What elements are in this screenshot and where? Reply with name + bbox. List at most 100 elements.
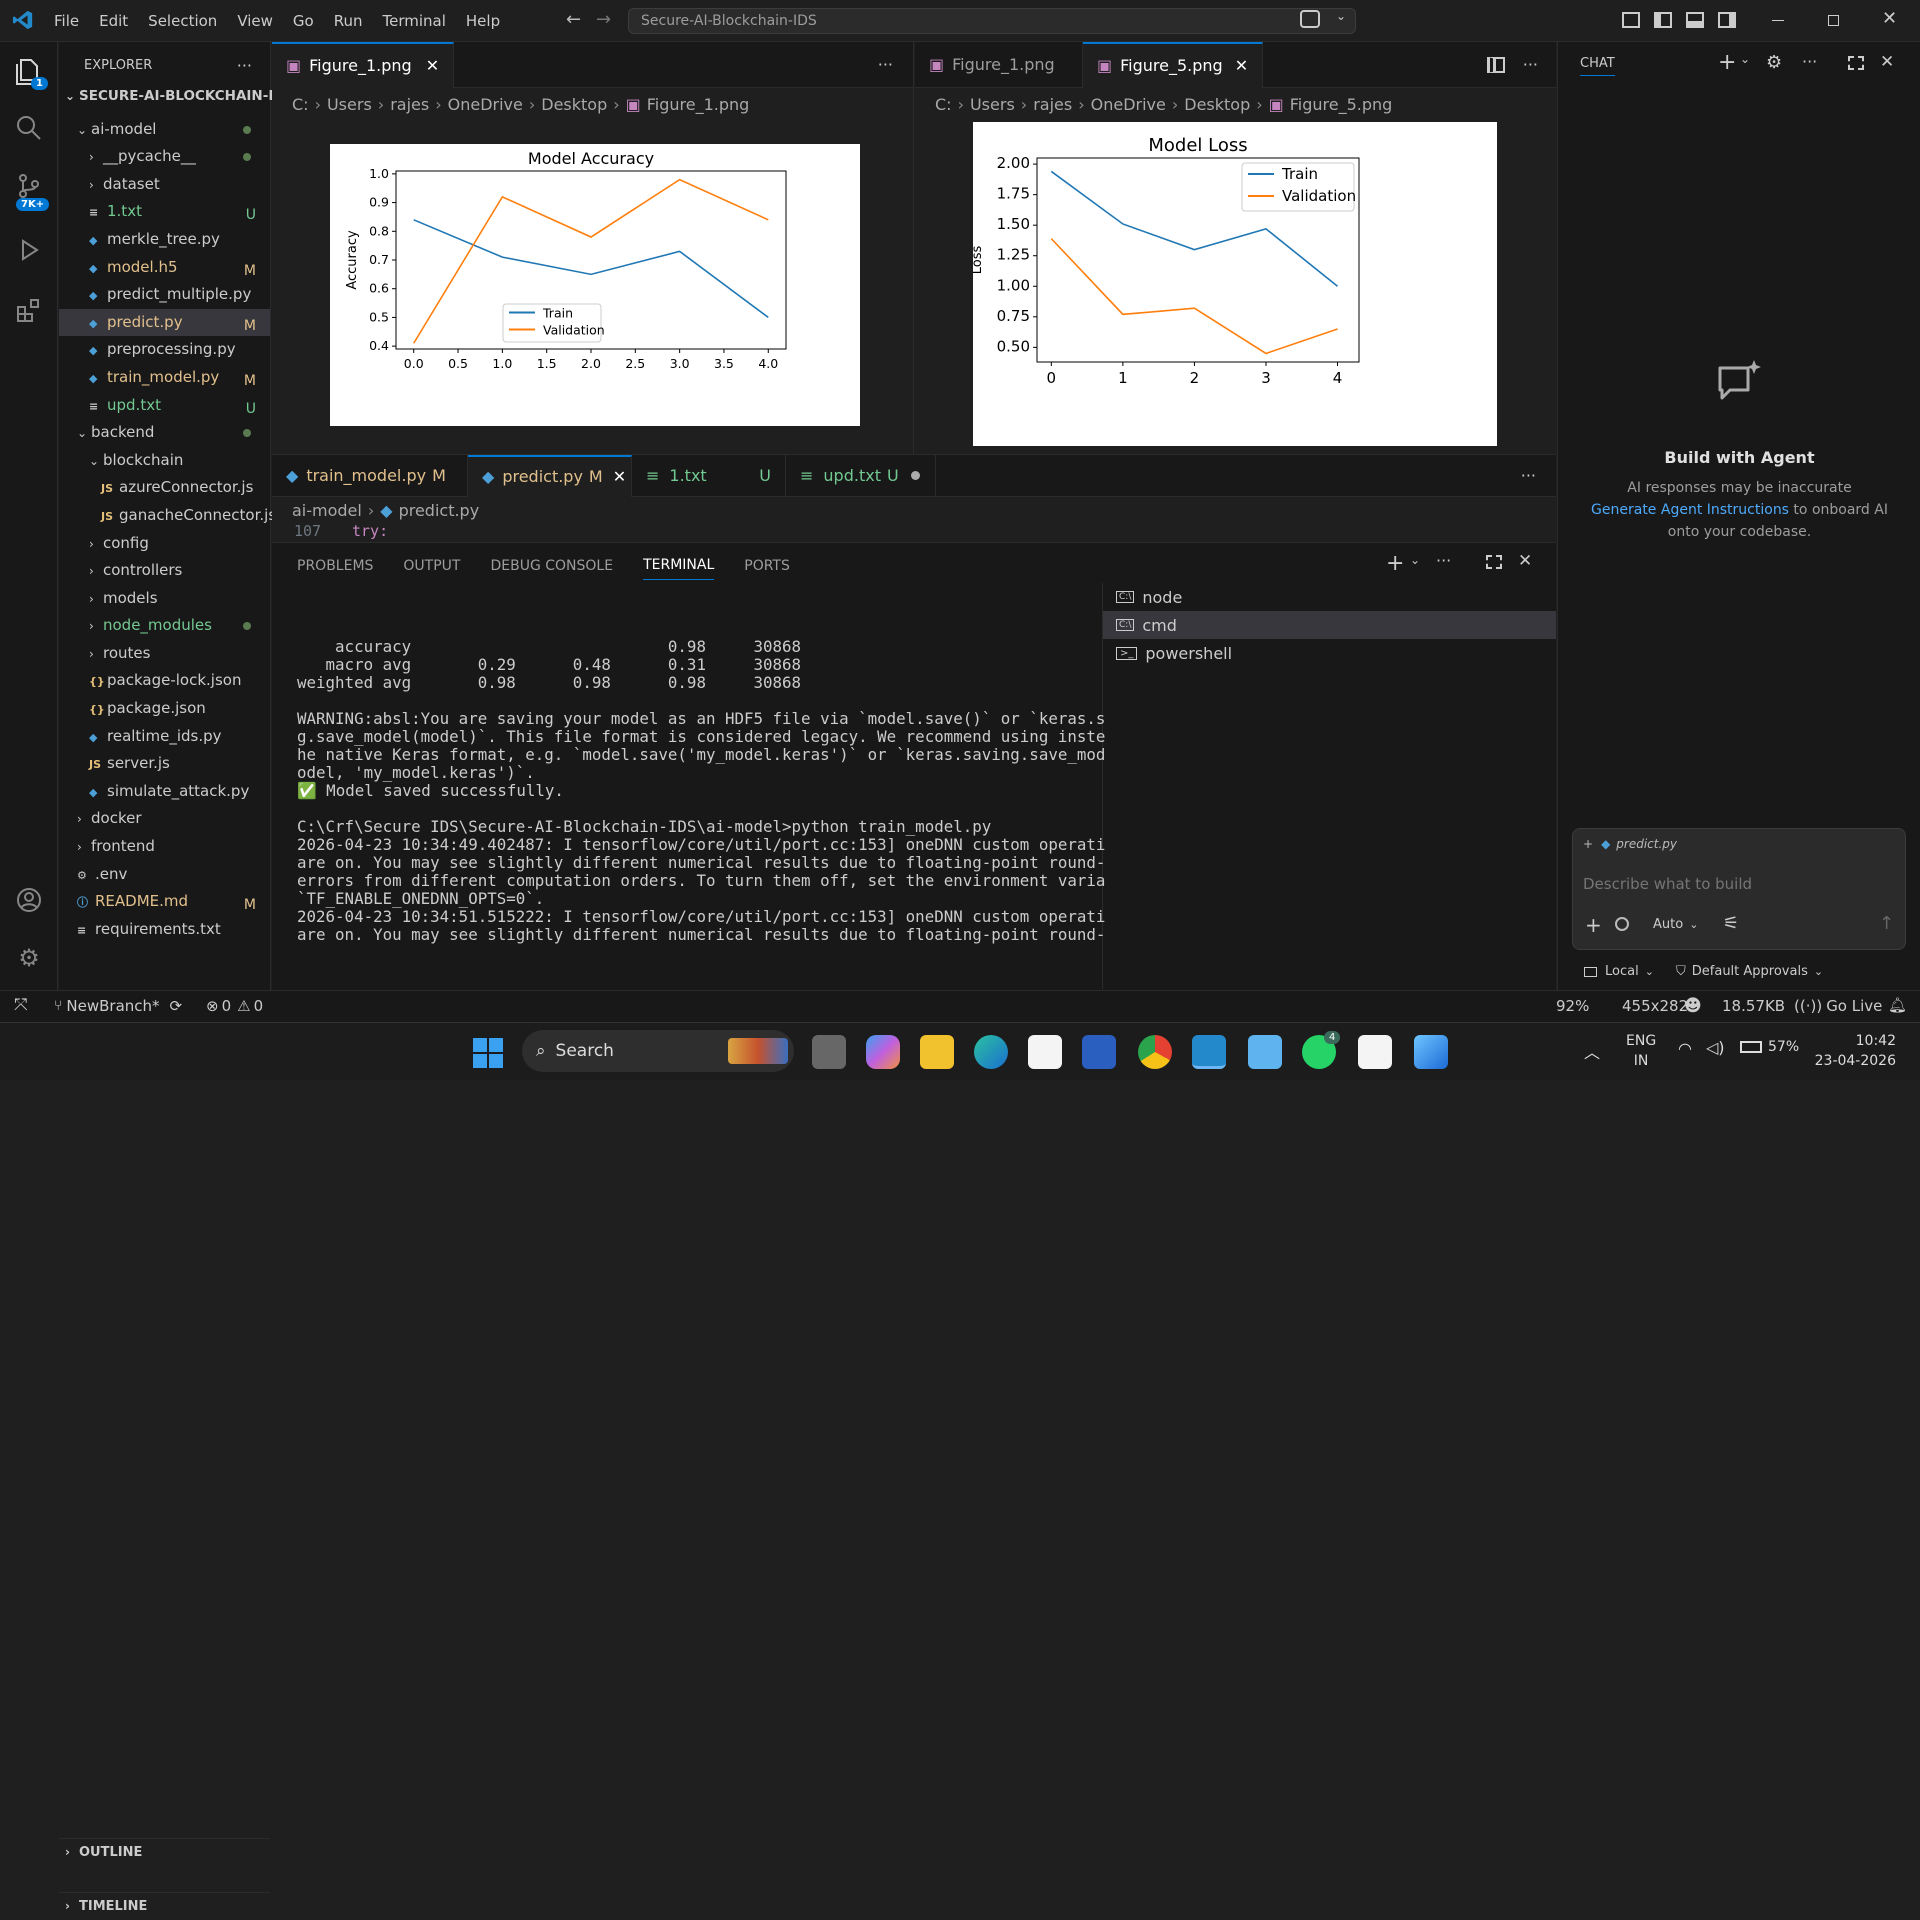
menu-view[interactable]: View: [227, 12, 283, 30]
tab-problems[interactable]: PROBLEMS: [297, 558, 373, 580]
tree-item[interactable]: ◆ model.h5 M: [59, 254, 270, 282]
tree-item[interactable]: {} package.json: [59, 695, 270, 723]
add-icon[interactable]: +: [1585, 913, 1602, 937]
mode-selector[interactable]: Auto ⌄: [1653, 917, 1698, 932]
tree-item[interactable]: ≡ 1.txt U: [59, 198, 270, 226]
generate-instructions-link[interactable]: Generate Agent Instructions: [1591, 502, 1789, 518]
tab-1-txt[interactable]: ≡ 1.txt U: [632, 454, 786, 497]
copilot-icon[interactable]: [1300, 10, 1320, 28]
tree-item[interactable]: ◆ realtime_ids.py: [59, 723, 270, 751]
bell-icon[interactable]: 🔔︎: [1888, 996, 1907, 1014]
branch-indicator[interactable]: ⑂ NewBranch* ⟳: [54, 997, 182, 1015]
windows-start-icon[interactable]: [473, 1038, 503, 1068]
task-view-icon[interactable]: [812, 1035, 846, 1069]
close-icon[interactable]: ✕: [1880, 52, 1894, 72]
unsaved-dot-icon[interactable]: [910, 471, 920, 480]
crumb-onedrive[interactable]: OneDrive: [1091, 95, 1166, 114]
app-w-icon[interactable]: [1358, 1035, 1392, 1069]
terminal-item-node[interactable]: C:\ node: [1103, 583, 1556, 611]
volume-icon[interactable]: ◁): [1706, 1038, 1725, 1057]
tree-item[interactable]: ◆ train_model.py M: [59, 364, 270, 392]
crumb-drive[interactable]: C:: [935, 95, 952, 114]
back-arrow-icon[interactable]: ←: [566, 9, 581, 30]
tab-figure-1[interactable]: ▣ Figure_1.png: [915, 41, 1083, 88]
menu-file[interactable]: File: [44, 12, 89, 30]
new-terminal-icon[interactable]: +: [1386, 551, 1404, 576]
tree-item[interactable]: ≡ requirements.txt: [59, 916, 270, 944]
crumb-user[interactable]: rajes: [390, 95, 429, 114]
command-center-search[interactable]: Secure-AI-Blockchain-IDS: [628, 8, 1356, 34]
crumb-file[interactable]: Figure_5.png: [1290, 95, 1393, 114]
crumb-file[interactable]: predict.py: [399, 501, 480, 520]
tree-item[interactable]: › docker: [59, 805, 270, 833]
toggle-secondary-sidebar-icon[interactable]: [1718, 12, 1736, 28]
battery-indicator[interactable]: 57%: [1740, 1039, 1799, 1055]
tree-item[interactable]: › routes: [59, 640, 270, 668]
tab-predict[interactable]: ◆ predict.py M ✕: [468, 454, 632, 497]
menu-go[interactable]: Go: [283, 12, 324, 30]
file-explorer-icon[interactable]: [920, 1035, 954, 1069]
close-window-icon[interactable]: ✕: [1882, 8, 1897, 29]
terminal-output[interactable]: accuracy 0.98 30868 macro avg 0.29 0.48 …: [297, 618, 1105, 990]
extensions-icon[interactable]: [13, 296, 45, 328]
tree-item[interactable]: ◆ predict_multiple.py: [59, 281, 270, 309]
new-chat-icon[interactable]: +: [1718, 50, 1736, 75]
tree-item[interactable]: › controllers: [59, 557, 270, 585]
tab-train-model[interactable]: ◆ train_model.py M: [272, 454, 468, 497]
chat-input[interactable]: [1583, 871, 1883, 897]
forward-arrow-icon[interactable]: →: [596, 9, 611, 30]
search-icon[interactable]: [13, 114, 45, 146]
tab-terminal[interactable]: TERMINAL: [643, 557, 715, 580]
crumb-drive[interactable]: C:: [292, 95, 309, 114]
store-icon[interactable]: [1028, 1035, 1062, 1069]
minimize-icon[interactable]: [1772, 20, 1784, 21]
tree-item[interactable]: ≡ upd.txt U: [59, 392, 270, 420]
chevron-down-icon[interactable]: ⌄: [1740, 52, 1750, 66]
chevron-up-icon[interactable]: ︿: [1584, 1039, 1600, 1063]
copilot-status-icon[interactable]: ☻: [1684, 996, 1702, 1016]
more-actions-icon[interactable]: ···: [237, 56, 252, 75]
tab-figure-1[interactable]: ▣ Figure_1.png ✕: [272, 41, 455, 88]
sync-icon[interactable]: ⟳: [170, 997, 183, 1015]
chevron-down-icon[interactable]: ⌄: [1410, 553, 1420, 567]
chrome-icon[interactable]: [1138, 1035, 1172, 1069]
edge-icon[interactable]: [974, 1035, 1008, 1069]
wifi-icon[interactable]: ◠: [1678, 1039, 1692, 1058]
split-editor-icon[interactable]: [1486, 56, 1505, 73]
tree-item[interactable]: ⓘ README.md M: [59, 888, 270, 916]
tree-item[interactable]: › dataset: [59, 171, 270, 199]
problems-indicator[interactable]: ⊗ 0 ⚠ 0: [206, 997, 263, 1015]
close-tab-icon[interactable]: ✕: [1235, 56, 1248, 75]
language-indicator[interactable]: ENG IN: [1626, 1031, 1656, 1071]
context-chip[interactable]: + ◆ predict.py: [1583, 837, 1677, 851]
toggle-sidebar-icon[interactable]: [1654, 12, 1672, 28]
workspace-root[interactable]: ⌄ SECURE-AI-BLOCKCHAIN-I...: [59, 88, 289, 116]
photos-icon[interactable]: [1414, 1035, 1448, 1069]
more-actions-icon[interactable]: ···: [1802, 52, 1817, 71]
chat-header-label[interactable]: CHAT: [1580, 56, 1615, 76]
approvals-selector[interactable]: ⛉ Default Approvals ⌄: [1676, 964, 1823, 979]
menu-run[interactable]: Run: [324, 12, 373, 30]
tree-item[interactable]: › models: [59, 585, 270, 613]
tree-item[interactable]: ◆ predict.py M: [59, 308, 270, 337]
local-selector[interactable]: Local ⌄: [1584, 964, 1654, 979]
word-icon[interactable]: [1082, 1035, 1116, 1069]
maximize-panel-icon[interactable]: [1486, 555, 1502, 569]
go-live-button[interactable]: ((·)) Go Live: [1794, 997, 1882, 1015]
maximize-icon[interactable]: [1848, 56, 1864, 70]
crumb-user[interactable]: rajes: [1033, 95, 1072, 114]
tree-item[interactable]: {} package-lock.json: [59, 667, 270, 695]
tree-item[interactable]: ⌄ backend: [59, 419, 270, 447]
chevron-down-icon[interactable]: ⌄: [1336, 9, 1346, 23]
zoom-level[interactable]: 92%: [1556, 997, 1589, 1015]
remote-icon[interactable]: ⤧: [14, 995, 28, 1015]
menu-selection[interactable]: Selection: [138, 12, 227, 30]
settings-sliders-icon[interactable]: ⚟: [1723, 913, 1739, 934]
tree-item[interactable]: JS server.js: [59, 750, 270, 778]
tree-item[interactable]: JS ganacheConnector.js: [59, 502, 276, 530]
tree-item[interactable]: ◆ preprocessing.py: [59, 336, 270, 364]
tree-item[interactable]: ◆ simulate_attack.py: [59, 778, 270, 806]
menu-edit[interactable]: Edit: [89, 12, 138, 30]
tree-item[interactable]: › node_modules: [59, 612, 270, 640]
tree-item[interactable]: JS azureConnector.js: [59, 474, 270, 502]
